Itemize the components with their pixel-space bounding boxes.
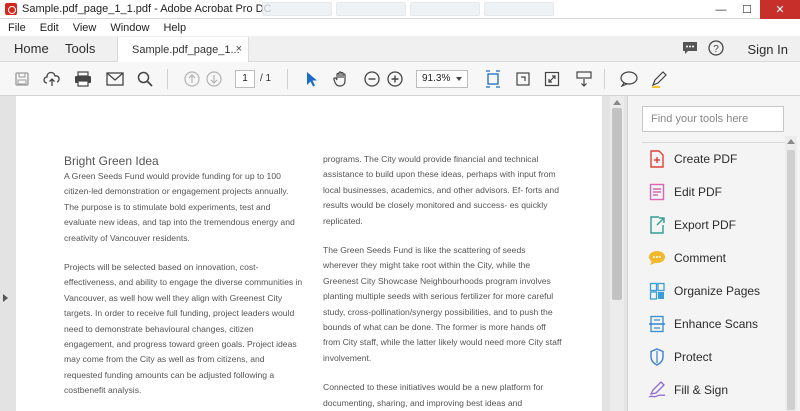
zoom-in-icon[interactable] xyxy=(386,70,404,88)
left-pane-toggle-icon[interactable] xyxy=(3,294,8,302)
document-scrollbar[interactable] xyxy=(610,96,624,411)
pdf-page: Bright Green Idea A Green Seeds Fund wou… xyxy=(16,96,602,411)
close-button[interactable]: ✕ xyxy=(760,0,800,19)
find-tools-input[interactable]: Find your tools here xyxy=(642,106,784,132)
paragraph: Connected to these initiatives would be … xyxy=(323,382,544,408)
organize-pages-icon xyxy=(648,282,666,300)
document-viewer[interactable]: Bright Green Idea A Green Seeds Fund wou… xyxy=(0,96,635,411)
tab-document[interactable]: Sample.pdf_page_1... × xyxy=(117,37,249,62)
tool-label: Comment xyxy=(674,251,727,265)
select-cursor-icon[interactable] xyxy=(302,70,320,88)
tool-create-pdf[interactable]: Create PDF xyxy=(648,148,737,170)
scroll-up-icon[interactable] xyxy=(787,139,795,144)
page-total: / 1 xyxy=(260,73,272,84)
zoom-select[interactable]: 91.3% xyxy=(416,70,468,88)
zoom-value: 91.3% xyxy=(422,73,451,84)
tabbar-actions: ? Sign In xyxy=(682,36,788,62)
full-screen-icon[interactable] xyxy=(543,70,561,88)
paragraph: The Green Seeds Fund is like the scatter… xyxy=(323,245,562,363)
tool-label: Export PDF xyxy=(674,218,737,232)
rotate-page-icon[interactable] xyxy=(514,70,532,88)
tool-fill-sign[interactable]: Fill & Sign xyxy=(648,379,728,401)
scrolling-mode-icon[interactable] xyxy=(575,70,593,88)
tool-label: Fill & Sign xyxy=(674,383,729,397)
background-tab[interactable] xyxy=(484,2,554,16)
help-icon[interactable]: ? xyxy=(707,39,724,59)
tools-pane-scrollbar[interactable] xyxy=(785,136,797,411)
tool-protect[interactable]: Protect xyxy=(648,346,712,368)
background-tabs xyxy=(262,2,554,17)
toolbar: 1 / 1 91.3% xyxy=(0,62,800,96)
background-tab[interactable] xyxy=(410,2,480,16)
toolbar-divider xyxy=(604,69,605,89)
svg-text:?: ? xyxy=(713,44,719,55)
print-icon[interactable] xyxy=(74,70,92,88)
tool-label: Edit PDF xyxy=(674,185,723,199)
title-bar: Sample.pdf_page_1_1.pdf - Adobe Acrobat … xyxy=(0,0,800,19)
scroll-thumb[interactable] xyxy=(787,150,795,410)
menu-window[interactable]: Window xyxy=(110,22,149,34)
document-title: Bright Green Idea xyxy=(64,154,159,168)
tools-pane: Find your tools here Create PDF Edit PDF… xyxy=(627,96,800,411)
left-column: Bright Green Idea A Green Seeds Fund wou… xyxy=(64,153,304,411)
create-pdf-icon xyxy=(648,150,666,168)
background-tab[interactable] xyxy=(336,2,406,16)
fill-sign-icon xyxy=(648,381,666,399)
window-controls: — ☐ ✕ xyxy=(708,0,800,19)
acrobat-app-icon xyxy=(5,3,17,15)
right-column: programs. The City would provide financi… xyxy=(323,152,563,411)
protect-icon xyxy=(648,348,666,366)
paragraph: A Green Seeds Fund would provide funding… xyxy=(64,171,295,243)
paragraph: programs. The City would provide financi… xyxy=(323,154,559,226)
tab-close-icon[interactable]: × xyxy=(236,43,242,55)
scroll-thumb[interactable] xyxy=(612,108,622,300)
tool-edit-pdf[interactable]: Edit PDF xyxy=(648,181,722,203)
menu-bar: File Edit View Window Help xyxy=(0,19,800,36)
tab-document-label: Sample.pdf_page_1... xyxy=(132,43,240,56)
window-title: Sample.pdf_page_1_1.pdf - Adobe Acrobat … xyxy=(22,3,272,15)
tool-enhance-scans[interactable]: Enhance Scans xyxy=(648,313,758,335)
tool-comment[interactable]: Comment xyxy=(648,247,726,269)
tab-bar: Home Tools Sample.pdf_page_1... × ? Sign… xyxy=(0,36,800,62)
tool-label: Organize Pages xyxy=(674,284,761,298)
toolbar-divider xyxy=(167,69,168,89)
tool-organize-pages[interactable]: Organize Pages xyxy=(648,280,760,302)
background-tab[interactable] xyxy=(262,2,332,16)
edit-pdf-icon xyxy=(648,183,666,201)
tool-label: Protect xyxy=(674,350,713,364)
fit-page-icon[interactable] xyxy=(484,70,502,88)
email-icon[interactable] xyxy=(106,70,124,88)
pane-divider xyxy=(642,142,792,143)
zoom-out-icon[interactable] xyxy=(363,70,381,88)
cloud-upload-icon[interactable] xyxy=(43,70,61,88)
tool-export-pdf[interactable]: Export PDF xyxy=(648,214,736,236)
next-page-icon[interactable] xyxy=(205,70,223,88)
comment-icon xyxy=(648,249,666,267)
sign-in-button[interactable]: Sign In xyxy=(748,42,788,57)
enhance-scans-icon xyxy=(648,315,666,333)
highlight-pen-icon[interactable] xyxy=(650,70,668,88)
menu-help[interactable]: Help xyxy=(163,22,186,34)
save-icon[interactable] xyxy=(13,70,31,88)
comment-tool-icon[interactable] xyxy=(620,70,638,88)
page-number-input[interactable]: 1 xyxy=(235,70,255,88)
hand-tool-icon[interactable] xyxy=(332,70,350,88)
menu-view[interactable]: View xyxy=(73,22,97,34)
tab-tools[interactable]: Tools xyxy=(51,36,109,61)
menu-edit[interactable]: Edit xyxy=(40,22,59,34)
tool-label: Create PDF xyxy=(674,152,738,166)
maximize-button[interactable]: ☐ xyxy=(734,0,760,19)
messages-icon[interactable] xyxy=(682,41,698,58)
chevron-down-icon xyxy=(456,77,462,81)
tab-home[interactable]: Home xyxy=(0,36,51,61)
paragraph: Projects will be selected based on innov… xyxy=(64,262,303,396)
tool-label: Enhance Scans xyxy=(674,317,759,331)
search-icon[interactable] xyxy=(136,70,154,88)
previous-page-icon[interactable] xyxy=(183,70,201,88)
toolbar-divider xyxy=(287,69,288,89)
minimize-button[interactable]: — xyxy=(708,0,734,19)
menu-file[interactable]: File xyxy=(8,22,26,34)
export-pdf-icon xyxy=(648,216,666,234)
scroll-up-icon[interactable] xyxy=(613,100,621,105)
